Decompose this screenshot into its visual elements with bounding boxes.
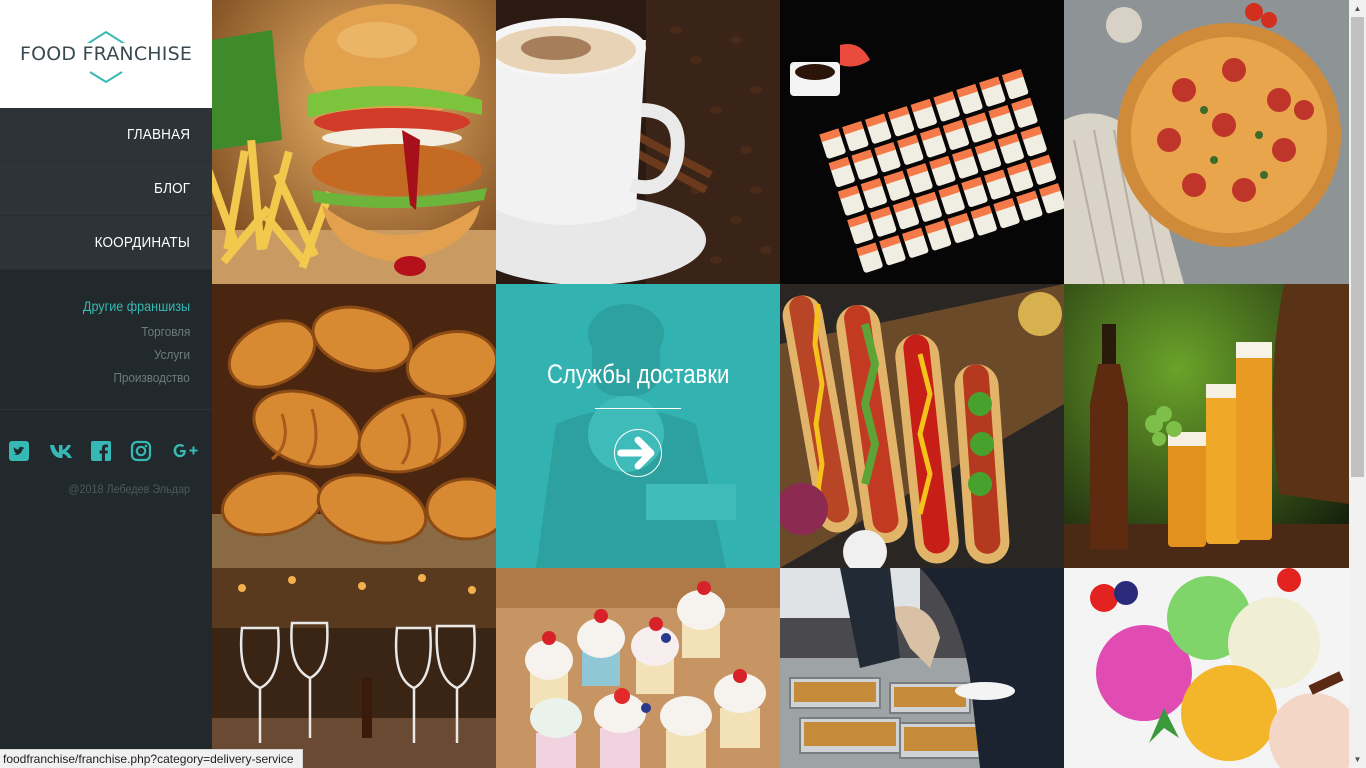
tile-croissants[interactable] — [212, 284, 496, 568]
tile-cupcakes[interactable] — [496, 568, 780, 768]
category-heading: Другие франшизы — [82, 298, 190, 314]
tile-hot-dogs[interactable] — [780, 284, 1064, 568]
courier-photo — [536, 304, 736, 568]
ice-cream-photo — [1064, 568, 1349, 768]
cupcakes-photo — [496, 568, 780, 768]
pizza-photo — [1064, 0, 1349, 284]
twitter-icon[interactable] — [8, 438, 49, 464]
coffee-cup-photo — [496, 0, 780, 284]
instagram-icon[interactable] — [130, 438, 171, 464]
google-plus-icon[interactable] — [171, 438, 212, 464]
logo-text: FOOD FRANCHISE — [17, 43, 195, 65]
main-nav: ГЛАВНАЯ БЛОГ КООРДИНАТЫ — [0, 108, 212, 270]
nav-item-coordinates[interactable]: КООРДИНАТЫ — [0, 216, 212, 270]
vertical-scrollbar[interactable]: ▲ ▼ — [1349, 0, 1366, 768]
tile-restaurant[interactable] — [212, 568, 496, 768]
tile-delivery-service[interactable]: Службы доставки — [496, 284, 780, 568]
copyright: @2018 Лебедев Эльдар — [0, 464, 212, 496]
hot-dogs-photo — [780, 284, 1064, 568]
tile-burger[interactable] — [212, 0, 496, 284]
delivery-title: Службы доставки — [527, 359, 749, 390]
category-list: Другие франшизы Торговля Услуги Производ… — [0, 270, 212, 410]
tile-beer[interactable] — [1064, 284, 1349, 568]
beer-photo — [1064, 284, 1349, 568]
nav-item-home[interactable]: ГЛАВНАЯ — [0, 108, 212, 162]
category-item-production[interactable]: Производство — [0, 366, 190, 389]
sushi-rolls-photo — [780, 0, 1064, 284]
category-label: Торговля — [141, 324, 190, 339]
tile-ice-cream[interactable] — [1064, 568, 1349, 768]
arrow-right-icon[interactable] — [614, 429, 662, 477]
copyright-text: @2018 Лебедев Эльдар — [68, 482, 191, 496]
delivery-title-text: Службы доставки — [546, 359, 730, 389]
category-item-services[interactable]: Услуги — [0, 343, 190, 366]
category-heading-link[interactable]: Другие франшизы — [0, 298, 190, 314]
tile-coffee[interactable] — [496, 0, 780, 284]
category-item-trade[interactable]: Торговля — [0, 320, 190, 343]
restaurant-glasses-photo — [212, 568, 496, 768]
category-label: Производство — [113, 370, 190, 385]
vk-icon[interactable] — [49, 438, 90, 464]
franchise-grid: Службы доставки — [212, 0, 1349, 768]
scrollbar-thumb[interactable] — [1351, 17, 1364, 477]
nav-item-label: БЛОГ — [153, 180, 190, 197]
facebook-icon[interactable] — [90, 438, 131, 464]
nav-item-label: ГЛАВНАЯ — [126, 126, 190, 143]
category-label: Услуги — [154, 347, 190, 362]
tile-pizza[interactable] — [1064, 0, 1349, 284]
croissants-photo — [212, 284, 496, 568]
tile-buffet[interactable] — [780, 568, 1064, 768]
scroll-up-icon[interactable]: ▲ — [1349, 0, 1366, 17]
tile-sushi[interactable] — [780, 0, 1064, 284]
logo[interactable]: FOOD FRANCHISE — [0, 0, 212, 108]
divider — [595, 408, 681, 409]
status-bar-url: foodfranchise/franchise.php?category=del… — [0, 749, 303, 768]
social-links — [0, 410, 212, 464]
scroll-down-icon[interactable]: ▼ — [1349, 751, 1366, 768]
burger-fries-photo — [212, 0, 496, 284]
buffet-catering-photo — [780, 568, 1064, 768]
sidebar: FOOD FRANCHISE ГЛАВНАЯ БЛОГ КООРДИНАТЫ Д… — [0, 0, 212, 768]
nav-item-label: КООРДИНАТЫ — [94, 234, 190, 251]
nav-item-blog[interactable]: БЛОГ — [0, 162, 212, 216]
